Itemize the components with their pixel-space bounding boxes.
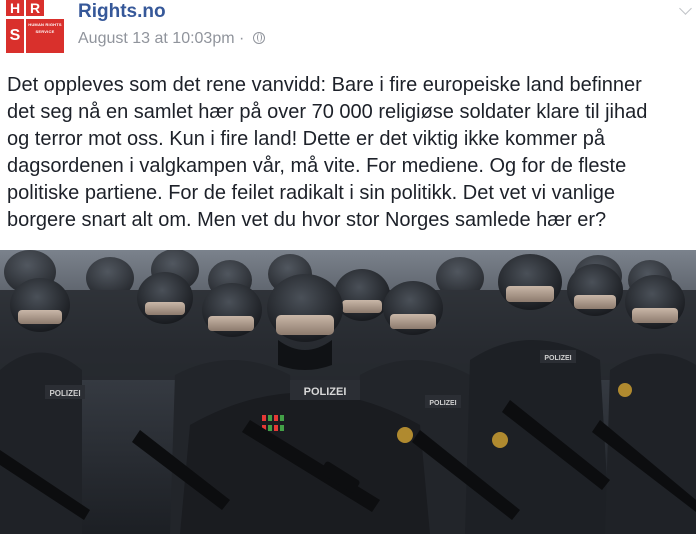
post-meta: August 13 at 10:03pm · [78,29,265,49]
page-avatar-logo[interactable]: H R S HUMAN RIGHTS SERVICE [6,0,64,54]
chevron-down-icon[interactable] [679,2,692,15]
svg-text:POLIZEI: POLIZEI [429,400,456,407]
logo-letter-r: R [26,0,44,16]
police-group-illustration: POLIZEI POLIZEI POLIZEI POLIZEI [0,250,696,534]
post-timestamp[interactable]: August 13 at 10:03pm [78,30,235,47]
meta-separator: · [239,30,245,47]
post-photo[interactable]: POLIZEI POLIZEI POLIZEI POLIZEI [0,250,696,534]
logo-letter-h: H [6,0,24,16]
page-name-link[interactable]: Rights.no [78,0,166,24]
patch-text: POLIZEI [304,386,347,398]
svg-text:POLIZEI: POLIZEI [544,355,571,362]
logo-letter-s: S [6,19,24,53]
logo-blank-cell [46,0,64,16]
svg-text:POLIZEI: POLIZEI [49,389,80,398]
post-header: H R S HUMAN RIGHTS SERVICE Rights.no Aug… [0,0,696,60]
post-text: Det oppleves som det rene vanvidd: Bare … [7,74,648,231]
globe-icon[interactable] [252,32,265,44]
logo-tagline: HUMAN RIGHTS SERVICE [26,19,64,53]
